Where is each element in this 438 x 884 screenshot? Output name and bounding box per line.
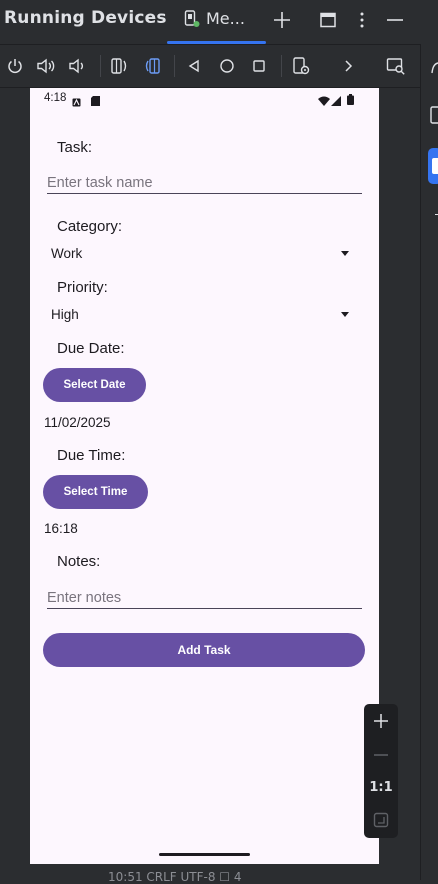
due-date-value: 11/02/2025: [44, 415, 111, 430]
device-frame-icon[interactable]: [384, 54, 408, 78]
task-name-input[interactable]: Enter task name: [47, 175, 153, 191]
add-icon[interactable]: [270, 8, 294, 32]
toolbar-separator: [100, 55, 101, 77]
select-date-button[interactable]: Select Date: [43, 368, 146, 402]
rotate-left-icon[interactable]: [107, 54, 131, 78]
device-tab-icon: [184, 10, 200, 32]
tab-label: Me...: [206, 9, 245, 28]
tab-device[interactable]: Me...: [167, 0, 266, 44]
priority-label: Priority:: [57, 279, 108, 296]
category-value: Work: [51, 246, 83, 261]
right-tool-strip: [420, 44, 438, 880]
more-vert-icon[interactable]: [350, 8, 374, 32]
volume-up-icon[interactable]: [34, 54, 58, 78]
tool-window-icon[interactable]: [429, 60, 438, 76]
category-dropdown[interactable]: Work: [44, 240, 354, 266]
device-toolbar: [0, 45, 420, 87]
select-time-button[interactable]: Select Time: [43, 475, 148, 509]
dropdown-arrow-icon: [341, 251, 349, 256]
zoom-out-icon[interactable]: [364, 739, 398, 771]
zoom-controls: 1:1: [364, 704, 398, 838]
window-icon[interactable]: [316, 8, 340, 32]
toolbar-separator: [174, 55, 175, 77]
minimize-icon[interactable]: [383, 8, 407, 32]
due-time-label: Due Time:: [57, 447, 126, 464]
power-icon[interactable]: [3, 54, 27, 78]
due-date-label: Due Date:: [57, 340, 125, 357]
notes-input-underline: [47, 608, 362, 609]
status-time: 4:18: [44, 92, 67, 104]
ide-status-text: 10:51 CRLF UTF-8 ☐ 4: [108, 870, 242, 884]
due-time-value: 16:18: [44, 521, 78, 536]
home-icon[interactable]: [215, 54, 239, 78]
tool-window-icon[interactable]: [429, 106, 438, 124]
category-label: Category:: [57, 218, 123, 235]
gesture-nav-handle[interactable]: [159, 853, 250, 856]
notes-label: Notes:: [57, 553, 101, 570]
priority-dropdown[interactable]: High: [44, 301, 354, 327]
device-screen: 4:18 Task: Enter task name Category: Wor…: [30, 88, 379, 864]
notes-input[interactable]: Enter notes: [47, 590, 121, 606]
ide-status-bar: 10:51 CRLF UTF-8 ☐ 4: [0, 864, 420, 884]
back-icon[interactable]: [182, 54, 206, 78]
zoom-actual-size-button[interactable]: 1:1: [364, 771, 398, 803]
status-bar: 4:18: [30, 88, 379, 110]
task-input-underline: [47, 193, 362, 194]
sd-card-icon: [91, 93, 100, 111]
more-chevron-icon[interactable]: [337, 54, 361, 78]
signal-icon: [331, 93, 341, 111]
fit-screen-icon[interactable]: [364, 804, 398, 836]
toolbar-separator: [281, 55, 282, 77]
running-devices-tool-icon[interactable]: [428, 148, 438, 184]
volume-down-icon[interactable]: [65, 54, 89, 78]
title-bar: Running Devices Me...: [0, 0, 438, 44]
battery-icon: [347, 92, 354, 110]
notification-icon: [72, 94, 81, 112]
device-settings-icon[interactable]: [289, 54, 313, 78]
zoom-in-icon[interactable]: [364, 705, 398, 737]
dropdown-arrow-icon: [341, 312, 349, 317]
overview-icon[interactable]: [247, 54, 271, 78]
window-title: Running Devices: [4, 8, 167, 28]
priority-value: High: [51, 307, 79, 322]
add-task-button[interactable]: Add Task: [43, 633, 365, 667]
task-label: Task:: [57, 139, 93, 156]
rotate-right-icon[interactable]: [141, 54, 165, 78]
wifi-icon: [318, 93, 330, 111]
